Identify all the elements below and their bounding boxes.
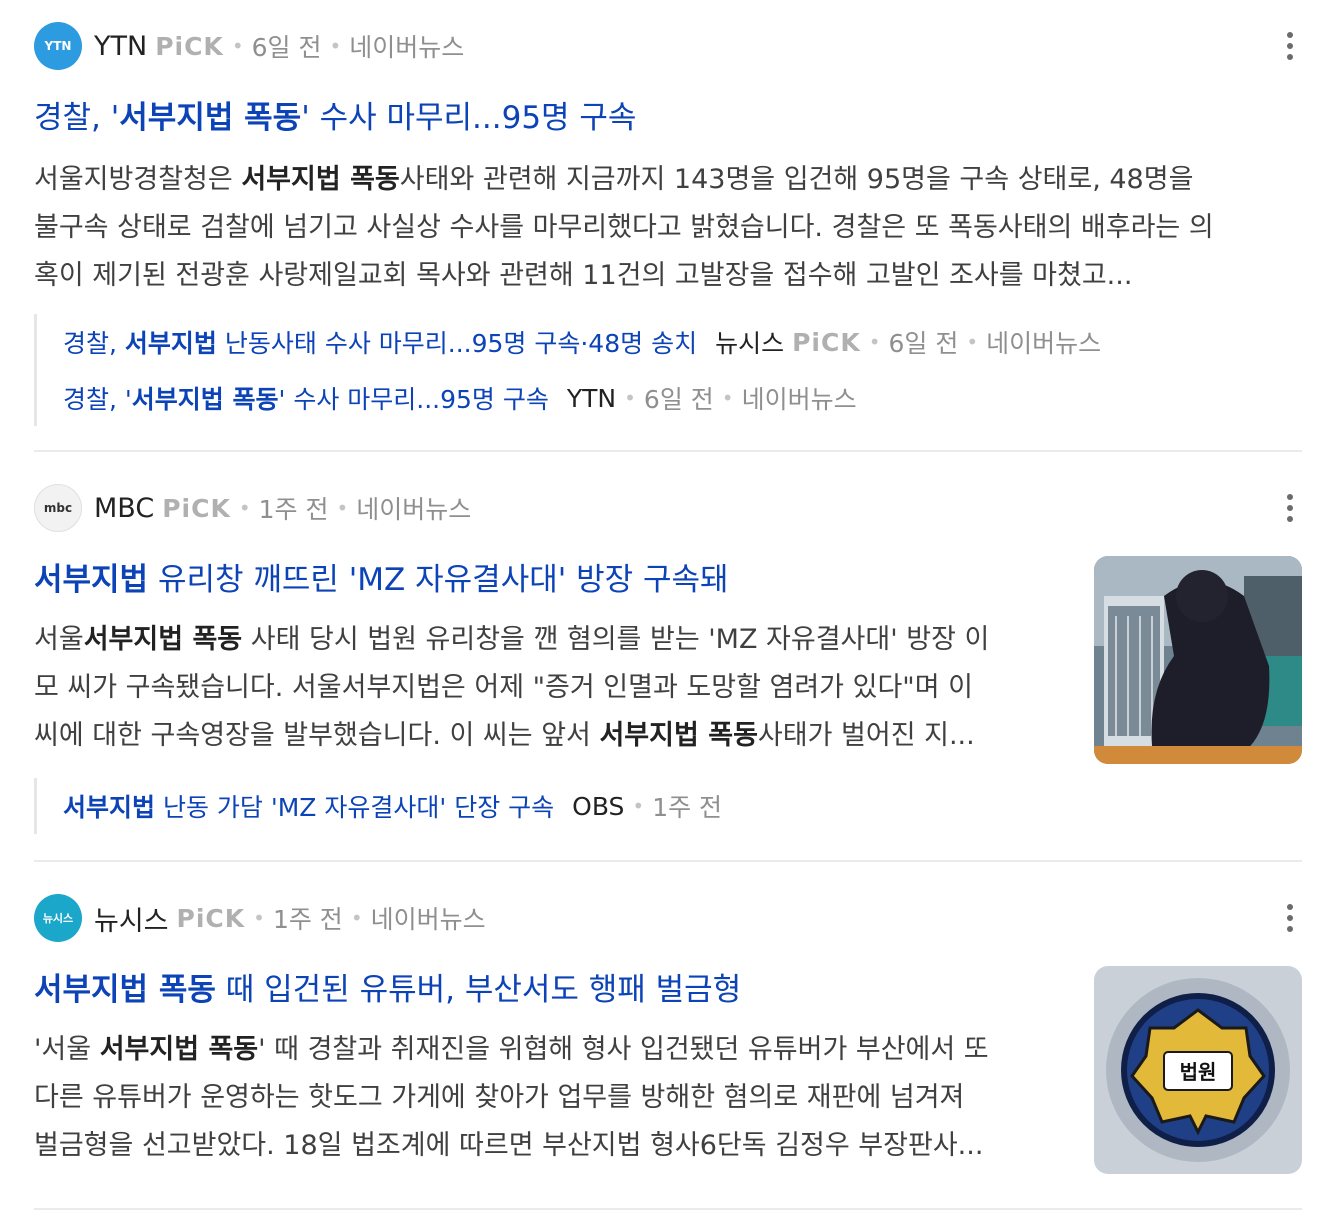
article-thumbnail[interactable]: 법원	[1094, 966, 1302, 1174]
news-item: mbc MBC PiCK • 1주 전 • 네이버뉴스 서부지법 유리창 깨뜨린…	[34, 452, 1302, 860]
separator-dot: •	[231, 34, 244, 58]
more-options-icon[interactable]	[1278, 26, 1302, 66]
timestamp: 6일 전	[888, 329, 959, 358]
pick-badge: PiCK	[792, 327, 861, 357]
timestamp: 6일 전	[251, 33, 322, 62]
press-logo-newsis[interactable]: 뉴시스	[34, 894, 82, 942]
timestamp: 6일 전	[643, 385, 714, 414]
press-name[interactable]: 뉴시스	[94, 899, 169, 938]
divider	[34, 1208, 1302, 1210]
article-title[interactable]: 경찰, '서부지법 폭동' 수사 마무리...95명 구속	[34, 98, 636, 138]
more-options-icon[interactable]	[1278, 898, 1302, 938]
related-press[interactable]: 뉴시스	[715, 324, 784, 360]
source-row: 뉴시스 뉴시스 PiCK • 1주 전 • 네이버뉴스	[34, 894, 486, 942]
article-title[interactable]: 서부지법 폭동 때 입건된 유튜버, 부산서도 행패 벌금형	[34, 970, 741, 1010]
press-logo-mbc[interactable]: mbc	[34, 484, 82, 532]
news-item: YTN YTN PiCK • 6일 전 • 네이버뉴스 경찰, '서부지법 폭동…	[34, 0, 1302, 450]
timestamp: 1주 전	[272, 905, 343, 934]
court-emblem-image: 법원	[1094, 966, 1302, 1174]
platform-link[interactable]: 네이버뉴스	[371, 900, 486, 936]
related-article: 경찰, '서부지법 폭동' 수사 마무리...95명 구속 YTN • 6일 전…	[63, 370, 1101, 426]
timestamp: 1주 전	[652, 793, 723, 822]
timestamp: 1주 전	[258, 495, 329, 524]
related-articles: 서부지법 난동 가담 'MZ 자유결사대' 단장 구속 OBS • 1주 전	[34, 778, 722, 834]
platform-link[interactable]: 네이버뉴스	[349, 28, 464, 64]
article-thumbnail[interactable]	[1094, 556, 1302, 764]
separator-dot: •	[329, 34, 342, 58]
platform-link[interactable]: 네이버뉴스	[742, 380, 857, 416]
platform-link[interactable]: 네이버뉴스	[986, 324, 1101, 360]
related-article-title[interactable]: 경찰, 서부지법 난동사태 수사 마무리...95명 구속·48명 송치	[63, 324, 697, 360]
source-row: mbc MBC PiCK • 1주 전 • 네이버뉴스	[34, 484, 471, 532]
platform-link[interactable]: 네이버뉴스	[356, 490, 471, 526]
press-logo-ytn[interactable]: YTN	[34, 22, 82, 70]
more-options-icon[interactable]	[1278, 488, 1302, 528]
source-row: YTN YTN PiCK • 6일 전 • 네이버뉴스	[34, 22, 464, 70]
pick-badge: PiCK	[162, 493, 231, 523]
related-press[interactable]: YTN	[567, 384, 616, 413]
article-description: '서울 서부지법 폭동' 때 경찰과 취재진을 위협해 형사 입건됐던 유튜버가…	[34, 1034, 989, 1161]
related-article-title[interactable]: 경찰, '서부지법 폭동' 수사 마무리...95명 구속	[63, 380, 549, 416]
article-description: 서울서부지법 폭동 사태 당시 법원 유리창을 깬 혐의를 받는 'MZ 자유결…	[34, 624, 990, 751]
related-article: 서부지법 난동 가담 'MZ 자유결사대' 단장 구속 OBS • 1주 전	[63, 778, 722, 834]
news-item: 뉴시스 뉴시스 PiCK • 1주 전 • 네이버뉴스 서부지법 폭동 때 입건…	[34, 862, 1302, 1208]
press-name[interactable]: YTN	[94, 31, 147, 62]
press-name[interactable]: MBC	[94, 493, 154, 524]
related-article: 경찰, 서부지법 난동사태 수사 마무리...95명 구속·48명 송치 뉴시스…	[63, 314, 1101, 370]
article-description: 서울지방경찰청은 서부지법 폭동사태와 관련해 지금까지 143명을 입건해 9…	[34, 164, 1214, 291]
emblem-label: 법원	[1180, 1060, 1217, 1084]
related-press[interactable]: OBS	[572, 792, 624, 821]
pick-badge: PiCK	[176, 903, 246, 933]
related-articles: 경찰, 서부지법 난동사태 수사 마무리...95명 구속·48명 송치 뉴시스…	[34, 314, 1101, 426]
article-title[interactable]: 서부지법 유리창 깨뜨린 'MZ 자유결사대' 방장 구속돼	[34, 560, 729, 600]
pick-badge: PiCK	[155, 31, 224, 61]
related-article-title[interactable]: 서부지법 난동 가담 'MZ 자유결사대' 단장 구속	[63, 788, 554, 824]
thumbnail-image	[1094, 556, 1302, 764]
